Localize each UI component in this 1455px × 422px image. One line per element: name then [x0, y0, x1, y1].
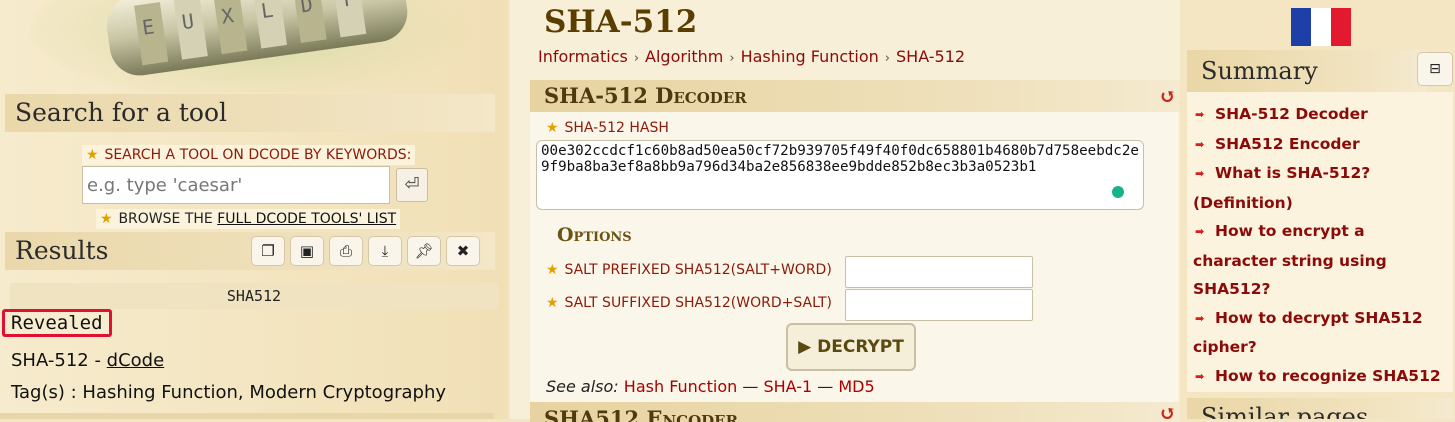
chevron-right-icon: › [884, 51, 890, 66]
browse-prefix: BROWSE THE [118, 211, 218, 227]
summary-item[interactable]: ➡ How to decrypt SHA512 cipher? [1193, 304, 1448, 362]
hash-label-text: SHA-512 HASH [564, 120, 669, 136]
hash-input[interactable]: 00e302ccdcf1c60b8ad50ea50cf72b939705f49f… [536, 140, 1144, 210]
left-sidebar: E U X L D T Search for a tool ★ SEARCH A… [0, 0, 508, 419]
download-icon[interactable]: ⤓ [368, 236, 402, 266]
keywords-label: ★ SEARCH A TOOL ON DCODE BY KEYWORDS: [82, 145, 416, 165]
star-icon: ★ [546, 295, 559, 311]
similar-pages-title: Similar pages [1187, 398, 1453, 419]
arrow-bullet-icon: ➡ [1195, 311, 1205, 325]
salt-suffixed-input[interactable] [845, 289, 1033, 321]
save-icon[interactable]: ▣ [290, 236, 324, 266]
dcode-logo[interactable]: E U X L D T [0, 0, 508, 92]
decoder-title-text: SHA-512 Decoder [544, 83, 747, 108]
reset-icon[interactable]: ↺ [1159, 80, 1176, 112]
see-also-label: See also: [546, 377, 619, 396]
arrow-bullet-icon: ➡ [1195, 108, 1205, 121]
french-flag-icon[interactable] [1291, 8, 1351, 46]
see-also: See also: Hash Function — SHA-1 — MD5 [546, 377, 875, 396]
summary-title: Summary [1187, 50, 1427, 92]
svg-text:T: T [339, 0, 354, 12]
page-title: SHA-512 [544, 4, 698, 40]
dcode-link[interactable]: dCode [107, 350, 165, 371]
salt-suffixed-label: ★ SALT SUFFIXED SHA512(WORD+SALT) [546, 295, 832, 311]
summary-item[interactable]: ➡ SHA512 Encoder [1193, 130, 1448, 160]
right-sidebar: Summary ⊟ ➡ SHA-512 Decoder ➡ SHA512 Encod… [1180, 0, 1455, 419]
star-icon: ★ [546, 262, 559, 278]
breadcrumb: Informatics › Algorithm › Hashing Function › S… [538, 47, 965, 66]
breadcrumb-informatics[interactable]: Informatics [538, 47, 628, 66]
result-tags: Tag(s) : Hashing Function, Modern Crypto… [11, 382, 447, 403]
summary-item-label[interactable]: How to encrypt a character string using … [1193, 222, 1387, 298]
salt-prefixed-label: ★ SALT PREFIXED SHA512(SALT+WORD) [546, 262, 832, 278]
separator: — [742, 377, 759, 396]
search-panel-title: Search for a tool [5, 94, 495, 132]
options-title: Options [557, 224, 632, 246]
see-also-sha1[interactable]: SHA-1 [763, 377, 812, 396]
status-dot-icon [1112, 186, 1124, 198]
pin-icon[interactable]: 📌︎ [407, 236, 441, 266]
tool-search-input[interactable] [82, 166, 390, 204]
separator: — [817, 377, 834, 396]
summary-item-label[interactable]: How to decrypt SHA512 cipher? [1193, 309, 1423, 357]
main-content: SHA-512 Informatics › Algorithm › Hashing Fu… [510, 0, 1180, 422]
copy-icon[interactable]: ❐ [251, 236, 285, 266]
salt-prefixed-input[interactable] [845, 256, 1033, 288]
chevron-right-icon: › [633, 51, 640, 66]
flag-blue-band [1291, 8, 1311, 46]
collapse-icon[interactable]: ⊟ [1417, 52, 1453, 86]
print-icon[interactable]: ⎙ [329, 236, 363, 266]
summary-item[interactable]: ➡ What is SHA-512? (Definition) [1193, 159, 1448, 217]
hash-label: ★ SHA-512 HASH [546, 120, 669, 136]
summary-item[interactable]: ➡ How to encrypt a character string using… [1193, 217, 1448, 304]
source-prefix: SHA-512 - [11, 350, 107, 371]
salt-suffixed-text: SALT SUFFIXED SHA512(WORD+SALT) [564, 295, 832, 311]
play-icon: ▶ [798, 337, 812, 357]
sidebar-divider [0, 413, 494, 419]
decoder-panel-title: SHA-512 Decoder ↺ [530, 80, 1180, 112]
see-also-hash-function[interactable]: Hash Function [624, 377, 737, 396]
arrow-bullet-icon: ➡ [1195, 137, 1205, 151]
decrypt-label: DECRYPT [817, 337, 904, 357]
chevron-right-icon: › [729, 51, 735, 66]
decrypt-button[interactable]: ▶ DECRYPT [786, 323, 916, 371]
search-submit-icon[interactable]: ⏎ [396, 168, 428, 202]
encoder-title-text: SHA512 Encoder [544, 406, 739, 422]
star-icon: ★ [86, 147, 99, 163]
close-icon[interactable]: ✖ [446, 236, 480, 266]
result-source: SHA-512 - dCode [11, 350, 164, 371]
star-icon: ★ [546, 120, 559, 136]
flag-white-band [1311, 8, 1331, 46]
reset-icon[interactable]: ↺ [1159, 402, 1176, 422]
encoder-panel-title: SHA512 Encoder ↺ [530, 402, 1180, 422]
summary-item-label[interactable]: SHA512 Encoder [1215, 135, 1360, 153]
flag-red-band [1331, 8, 1351, 46]
arrow-bullet-icon: ➡ [1195, 369, 1205, 383]
keywords-label-text: SEARCH A TOOL ON DCODE BY KEYWORDS: [104, 147, 412, 163]
summary-item[interactable]: ➡ SHA-512 Decoder [1193, 100, 1448, 130]
breadcrumb-sha512[interactable]: SHA-512 [896, 47, 965, 66]
svg-text:D: D [299, 0, 314, 17]
breadcrumb-algorithm[interactable]: Algorithm [645, 47, 723, 66]
arrow-bullet-icon: ➡ [1195, 167, 1205, 180]
summary-item-label[interactable]: SHA-512 Decoder [1215, 105, 1368, 123]
summary-list: ➡ SHA-512 Decoder ➡ SHA512 Encoder ➡ What i… [1193, 100, 1448, 420]
star-icon: ★ [100, 211, 113, 227]
see-also-md5[interactable]: MD5 [838, 377, 874, 396]
result-output: Revealed [2, 309, 112, 337]
arrow-bullet-icon: ➡ [1195, 225, 1205, 238]
breadcrumb-hashing-function[interactable]: Hashing Function [741, 47, 879, 66]
salt-prefixed-text: SALT PREFIXED SHA512(SALT+WORD) [564, 262, 832, 278]
full-tools-list-link[interactable]: FULL DCODE TOOLS' LIST [217, 211, 396, 227]
result-algorithm: SHA512 [10, 283, 498, 309]
browse-tools-line: ★ BROWSE THE FULL DCODE TOOLS' LIST [96, 209, 401, 229]
summary-item-label[interactable]: What is SHA-512? (Definition) [1193, 164, 1370, 212]
